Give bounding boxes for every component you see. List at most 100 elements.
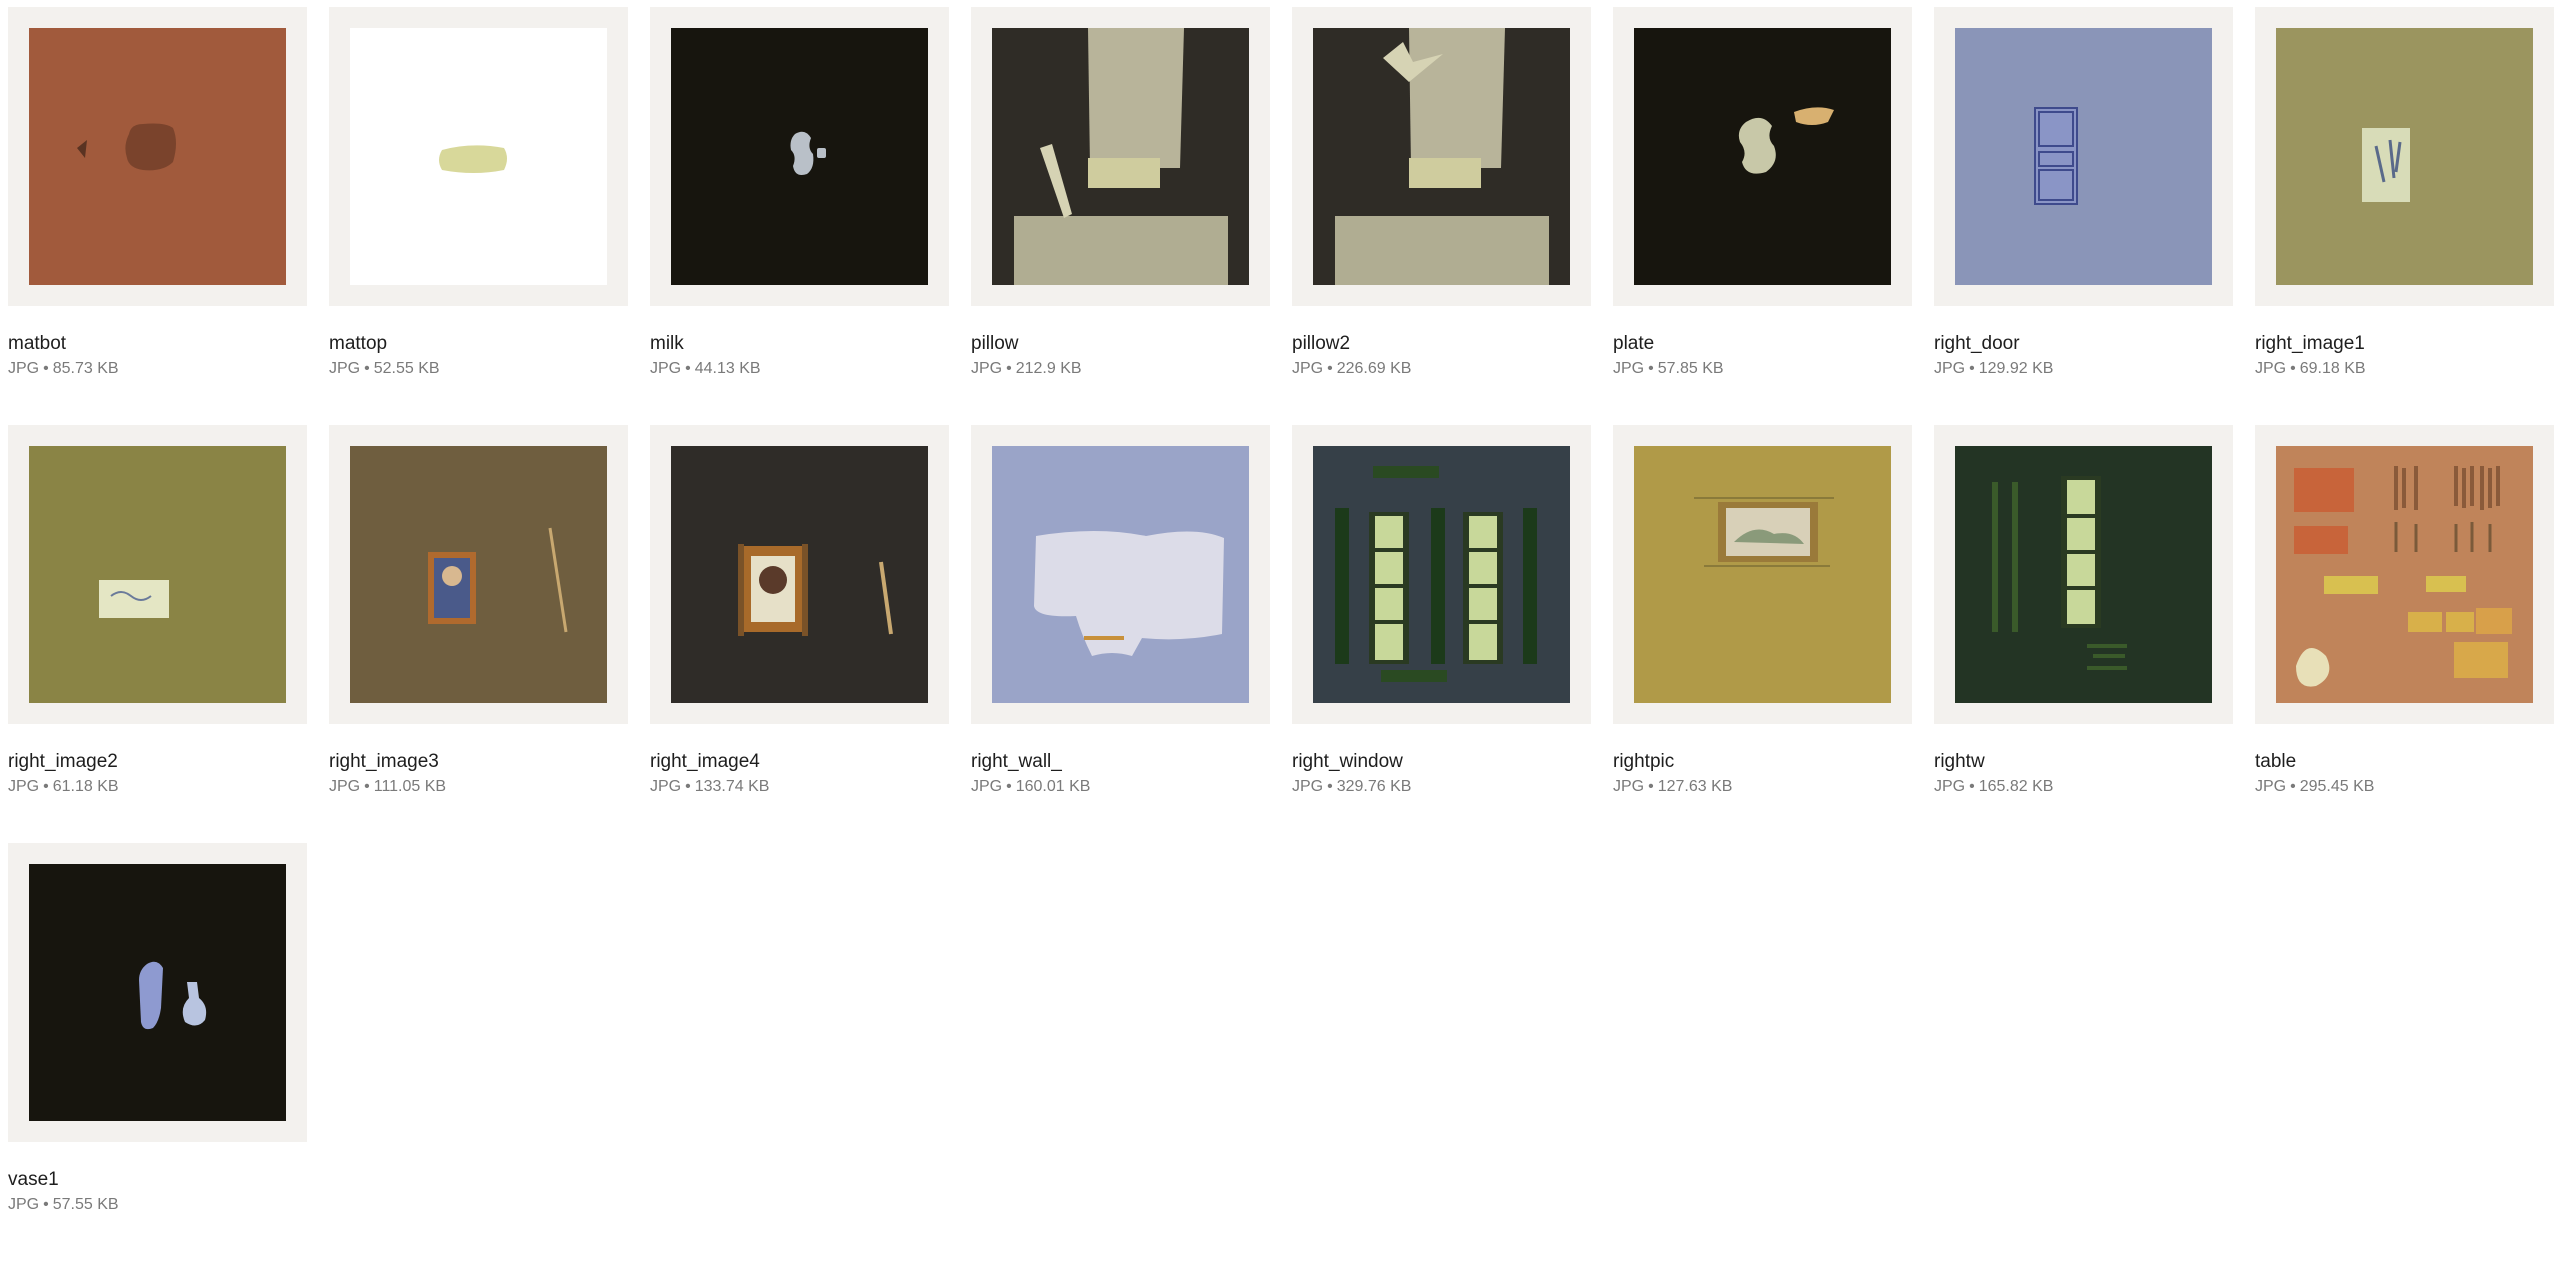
file-size: 111.05 KB xyxy=(373,778,447,795)
file-size: 61.18 KB xyxy=(52,778,119,795)
file-type: JPG xyxy=(1613,360,1645,377)
file-size: 85.73 KB xyxy=(52,360,119,377)
file-tile[interactable]: right_door JPG • 129.92 KB xyxy=(1934,7,2233,425)
file-tile[interactable]: pillow2 JPG • 226.69 KB xyxy=(1292,7,1591,425)
file-type: JPG xyxy=(8,1196,40,1213)
thumbnail-frame[interactable] xyxy=(1613,7,1912,306)
file-meta: JPG • 329.76 KB xyxy=(1292,777,1591,797)
thumbnail-frame[interactable] xyxy=(1292,425,1591,724)
file-type: JPG xyxy=(2255,360,2287,377)
thumbnail-vase1[interactable] xyxy=(29,864,286,1121)
file-meta: JPG • 44.13 KB xyxy=(650,359,949,379)
thumbnail-pillow[interactable] xyxy=(992,28,1249,285)
thumbnail-right_image2[interactable] xyxy=(29,446,286,703)
file-meta: JPG • 160.01 KB xyxy=(971,777,1270,797)
thumbnail-frame[interactable] xyxy=(2255,425,2554,724)
file-meta: JPG • 61.18 KB xyxy=(8,777,307,797)
meta-separator: • xyxy=(2290,360,2296,377)
meta-separator: • xyxy=(1327,778,1333,795)
file-tile[interactable]: right_image2 JPG • 61.18 KB xyxy=(8,425,307,843)
meta-separator: • xyxy=(1006,360,1012,377)
thumbnail-right_image1[interactable] xyxy=(2276,28,2533,285)
file-name: right_image2 xyxy=(8,751,118,772)
thumbnail-right_image3[interactable] xyxy=(350,446,607,703)
thumbnail-milk[interactable] xyxy=(671,28,928,285)
thumbnail-right_wall_[interactable] xyxy=(992,446,1249,703)
file-meta: JPG • 129.92 KB xyxy=(1934,359,2233,379)
thumbnail-plate[interactable] xyxy=(1634,28,1891,285)
file-size: 69.18 KB xyxy=(2299,360,2366,377)
file-tile[interactable]: plate JPG • 57.85 KB xyxy=(1613,7,1912,425)
meta-separator: • xyxy=(1006,778,1012,795)
thumbnail-art xyxy=(2276,28,2533,285)
meta-separator: • xyxy=(2290,778,2296,795)
file-meta: JPG • 52.55 KB xyxy=(329,359,628,379)
thumbnail-frame[interactable] xyxy=(8,843,307,1142)
thumbnail-frame[interactable] xyxy=(8,7,307,306)
file-type: JPG xyxy=(650,778,682,795)
thumbnail-frame[interactable] xyxy=(2255,7,2554,306)
thumbnail-right_window[interactable] xyxy=(1313,446,1570,703)
meta-separator: • xyxy=(364,778,370,795)
thumbnail-art xyxy=(671,446,928,703)
file-tile[interactable]: right_wall_ JPG • 160.01 KB xyxy=(971,425,1270,843)
thumbnail-pillow2[interactable] xyxy=(1313,28,1570,285)
file-meta: JPG • 226.69 KB xyxy=(1292,359,1591,379)
meta-separator: • xyxy=(1969,360,1975,377)
file-tile[interactable]: mattop JPG • 52.55 KB xyxy=(329,7,628,425)
thumbnail-frame[interactable] xyxy=(1292,7,1591,306)
file-meta: JPG • 69.18 KB xyxy=(2255,359,2554,379)
file-meta: JPG • 57.85 KB xyxy=(1613,359,1912,379)
file-tile[interactable]: right_window JPG • 329.76 KB xyxy=(1292,425,1591,843)
file-name: right_door xyxy=(1934,333,2020,354)
thumbnail-frame[interactable] xyxy=(1934,425,2233,724)
meta-separator: • xyxy=(364,360,370,377)
thumbnail-frame[interactable] xyxy=(650,7,949,306)
file-tile[interactable]: rightpic JPG • 127.63 KB xyxy=(1613,425,1912,843)
thumbnail-right_image4[interactable] xyxy=(671,446,928,703)
file-tile[interactable]: right_image4 JPG • 133.74 KB xyxy=(650,425,949,843)
file-meta: JPG • 111.05 KB xyxy=(329,777,628,797)
file-tile[interactable]: vase1 JPG • 57.55 KB xyxy=(8,843,307,1261)
thumbnail-art xyxy=(2276,446,2533,703)
thumbnail-frame[interactable] xyxy=(8,425,307,724)
thumbnail-table[interactable] xyxy=(2276,446,2533,703)
file-type: JPG xyxy=(1934,360,1966,377)
thumbnail-art xyxy=(1955,28,2212,285)
file-tile[interactable]: matbot JPG • 85.73 KB xyxy=(8,7,307,425)
thumbnail-art xyxy=(29,28,286,285)
thumbnail-frame[interactable] xyxy=(1613,425,1912,724)
file-name: pillow xyxy=(971,333,1019,354)
thumbnail-frame[interactable] xyxy=(971,7,1270,306)
file-name: pillow2 xyxy=(1292,333,1351,354)
file-grid: matbot JPG • 85.73 KB mattop JPG • 52.55 KB … xyxy=(8,7,2562,1261)
file-meta: JPG • 165.82 KB xyxy=(1934,777,2233,797)
thumbnail-frame[interactable] xyxy=(329,425,628,724)
file-size: 133.74 KB xyxy=(694,778,770,795)
thumbnail-matbot[interactable] xyxy=(29,28,286,285)
file-name: vase1 xyxy=(8,1169,59,1190)
thumbnail-mattop[interactable] xyxy=(350,28,607,285)
file-tile[interactable]: right_image1 JPG • 69.18 KB xyxy=(2255,7,2554,425)
file-tile[interactable]: rightw JPG • 165.82 KB xyxy=(1934,425,2233,843)
file-tile[interactable]: right_image3 JPG • 111.05 KB xyxy=(329,425,628,843)
thumbnail-art xyxy=(29,446,286,703)
thumbnail-frame[interactable] xyxy=(650,425,949,724)
file-tile[interactable]: table JPG • 295.45 KB xyxy=(2255,425,2554,843)
thumbnail-rightpic[interactable] xyxy=(1634,446,1891,703)
file-tile[interactable]: milk JPG • 44.13 KB xyxy=(650,7,949,425)
thumbnail-frame[interactable] xyxy=(329,7,628,306)
file-tile[interactable]: pillow JPG • 212.9 KB xyxy=(971,7,1270,425)
file-name: rightw xyxy=(1934,751,1985,772)
thumbnail-art xyxy=(350,446,607,703)
thumbnail-rightw[interactable] xyxy=(1955,446,2212,703)
thumbnail-right_door[interactable] xyxy=(1955,28,2212,285)
thumbnail-frame[interactable] xyxy=(1934,7,2233,306)
thumbnail-art xyxy=(1955,446,2212,703)
meta-separator: • xyxy=(1648,778,1654,795)
thumbnail-frame[interactable] xyxy=(971,425,1270,724)
file-size: 212.9 KB xyxy=(1015,360,1082,377)
thumbnail-art xyxy=(671,28,928,285)
file-meta: JPG • 127.63 KB xyxy=(1613,777,1912,797)
meta-separator: • xyxy=(685,778,691,795)
